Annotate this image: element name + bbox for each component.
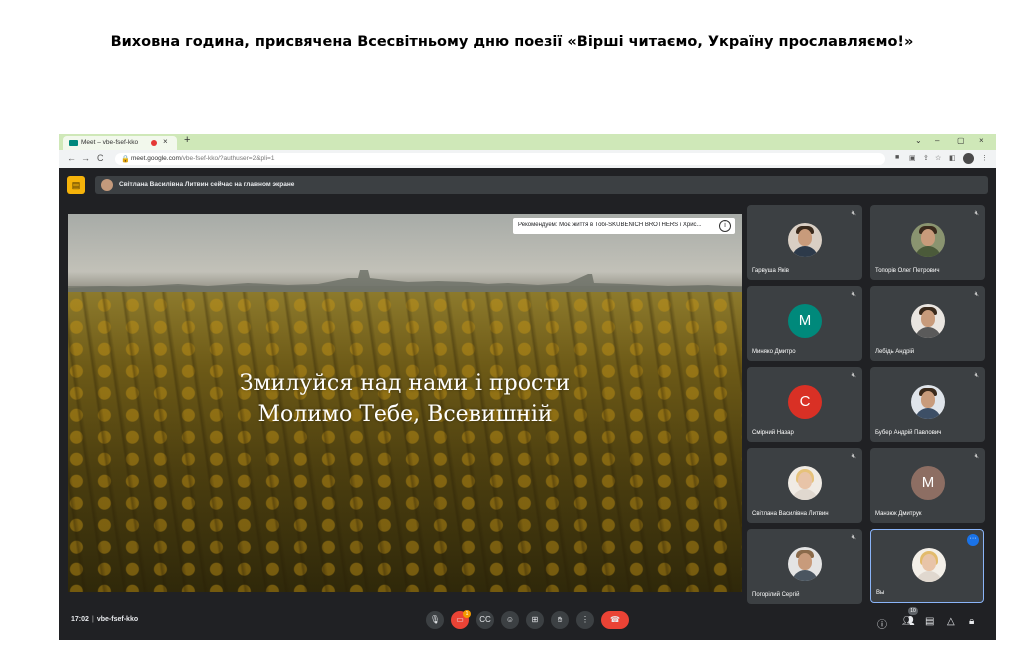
- participant-avatar: [788, 466, 822, 500]
- participant-avatar: [911, 385, 945, 419]
- verse-line-1: Змилуйся над нами і прости: [239, 371, 571, 396]
- participant-name: Топорiв Олег Петрович: [875, 268, 940, 274]
- browser-tab[interactable]: Meet – vbe-fsef-kko ×: [63, 136, 177, 150]
- captions-icon[interactable]: CC: [476, 611, 494, 629]
- bookmark-star-icon[interactable]: ☆: [935, 154, 941, 162]
- participant-name: Погорiлий Сергiй: [752, 592, 800, 598]
- presentation-icon[interactable]: ▤: [67, 176, 85, 194]
- mic-muted-icon: 🔇︎: [851, 372, 856, 379]
- participant-tile[interactable]: 🔇︎ M Манзюк Дмитрук: [870, 448, 985, 523]
- verse-text: Змилуйся над нами і прости Молимо Тебе, …: [68, 368, 742, 430]
- emoji-icon[interactable]: ☺: [501, 611, 519, 629]
- meet-favicon-icon: [69, 140, 78, 146]
- recording-indicator-icon: [151, 140, 157, 146]
- document-heading: Виховна година, присвячена Всесвітньому …: [110, 34, 914, 50]
- chat-icon[interactable]: ▤: [925, 616, 934, 627]
- close-window-button[interactable]: ×: [979, 136, 984, 145]
- participant-tile[interactable]: 🔇︎ Лебiдь Андрiй: [870, 286, 985, 361]
- browser-tab-strip: Meet – vbe-fsef-kko × + ⌄ – ▢ ×: [59, 134, 996, 150]
- verse-line-2: Молимо Тебе, Всевишній: [257, 402, 553, 427]
- translate-icon[interactable]: ▣: [909, 154, 916, 162]
- host-controls-icon[interactable]: 🔒︎: [969, 616, 974, 627]
- participant-tile[interactable]: 🔇︎ C Смiрний Назар: [747, 367, 862, 442]
- end-call-icon[interactable]: ☎︎: [601, 611, 629, 629]
- new-tab-button[interactable]: +: [184, 134, 190, 146]
- meet-screenshot: Meet – vbe-fsef-kko × + ⌄ – ▢ × ← → C 🔒 …: [59, 134, 996, 640]
- camera-indicator-icon[interactable]: ■: [895, 154, 899, 161]
- meet-window: ▤ Світлана Василівна Литвин сейчас на гл…: [59, 168, 996, 640]
- tab-search-icon[interactable]: ⌄: [915, 136, 922, 145]
- info-icon[interactable]: i: [719, 220, 731, 232]
- presenter-avatar: [101, 179, 113, 191]
- participant-avatar: [911, 304, 945, 338]
- activities-icon[interactable]: △: [947, 616, 955, 627]
- mic-muted-icon: 🔇︎: [974, 372, 979, 379]
- present-icon[interactable]: ⊞: [526, 611, 544, 629]
- meeting-info: 17:02 | vbe-fsef-kko: [71, 616, 139, 623]
- participant-initial: C: [788, 385, 822, 419]
- participant-tile[interactable]: 🔇︎ Погорiлий Сергiй: [747, 529, 862, 604]
- participant-count-badge: 10: [908, 607, 918, 615]
- share-icon[interactable]: ⇪: [923, 154, 929, 162]
- participant-name: Гарвуша Якiв: [752, 268, 789, 274]
- browser-toolbar: ← → C 🔒 meet.google.com/vbe-fsef-kko/?au…: [59, 150, 996, 168]
- participant-avatar: [788, 223, 822, 257]
- city-skyline: [68, 270, 742, 294]
- notification-badge: 1: [463, 610, 471, 618]
- reload-button[interactable]: C: [97, 153, 104, 163]
- participant-tile-self[interactable]: ··· Вы: [870, 529, 984, 603]
- shared-screen: Змилуйся над нами і прости Молимо Тебе, …: [68, 214, 742, 592]
- participant-name: Бубер Андрiй Павлович: [875, 430, 942, 436]
- mic-muted-icon: 🔇︎: [851, 453, 856, 460]
- participant-name: Лебiдь Андрiй: [875, 349, 915, 355]
- more-options-icon[interactable]: ···: [967, 534, 979, 546]
- people-icon[interactable]: 👥︎: [902, 616, 915, 627]
- participant-tile[interactable]: 🔇︎ Гарвуша Якiв: [747, 205, 862, 280]
- participant-tile[interactable]: 🔇︎ Бубер Андрiй Павлович: [870, 367, 985, 442]
- clock-time: 17:02: [71, 616, 89, 623]
- participant-name: Миняко Дмитро: [752, 349, 796, 355]
- mic-muted-icon: 🔇︎: [851, 210, 856, 217]
- tab-title: Meet – vbe-fsef-kko: [81, 139, 139, 146]
- browser-menu-icon[interactable]: ⋮: [981, 154, 988, 162]
- participant-name: Манзюк Дмитрук: [875, 511, 922, 517]
- participant-name: Свiтлана Василiвна Литвин: [752, 511, 829, 517]
- info-icon[interactable]: ⓘ: [877, 616, 887, 631]
- participant-avatar: [912, 548, 946, 582]
- minimize-button[interactable]: –: [935, 136, 939, 145]
- participant-initial: M: [788, 304, 822, 338]
- back-button[interactable]: ←: [67, 153, 76, 163]
- participant-initial: M: [911, 466, 945, 500]
- meeting-code: vbe-fsef-kko: [96, 616, 139, 623]
- profile-avatar[interactable]: [963, 153, 974, 164]
- recommendation-text: Рекомендуем: Моє життя в Тобі-SKUBENICH …: [518, 222, 702, 228]
- mic-icon[interactable]: 🎙︎: [426, 611, 444, 629]
- participant-tile[interactable]: 🔇︎ Топорiв Олег Петрович: [870, 205, 985, 280]
- participant-name: Вы: [876, 590, 885, 596]
- raise-hand-icon[interactable]: ✋︎: [551, 611, 569, 629]
- presenting-banner-text: Світлана Василівна Литвин сейчас на глав…: [119, 181, 295, 188]
- lock-icon: 🔒: [121, 156, 130, 163]
- address-bar[interactable]: 🔒 meet.google.com/vbe-fsef-kko/?authuser…: [115, 153, 885, 165]
- mic-muted-icon: 🔇︎: [974, 453, 979, 460]
- participant-tile[interactable]: 🔇︎ M Миняко Дмитро: [747, 286, 862, 361]
- sunflower-field: [68, 292, 742, 592]
- participant-name: Смiрний Назар: [752, 430, 794, 436]
- url-text: meet.google.com/vbe-fsef-kko/?authuser=2…: [131, 155, 275, 162]
- participant-tile[interactable]: 🔇︎ Свiтлана Василiвна Литвин: [747, 448, 862, 523]
- participant-avatar: [788, 547, 822, 581]
- tab-close-icon[interactable]: ×: [163, 137, 168, 146]
- mic-muted-icon: 🔇︎: [851, 534, 856, 541]
- recommendation-overlay[interactable]: Рекомендуем: Моє життя в Тобі-SKUBENICH …: [513, 218, 735, 234]
- side-panel-icon[interactable]: ◧: [949, 154, 956, 162]
- maximize-button[interactable]: ▢: [957, 136, 965, 145]
- mic-muted-icon: 🔇︎: [851, 291, 856, 298]
- mic-muted-icon: 🔇︎: [974, 291, 979, 298]
- more-options-icon[interactable]: ⋮: [576, 611, 594, 629]
- presenting-banner: Світлана Василівна Литвин сейчас на глав…: [95, 176, 988, 194]
- forward-button[interactable]: →: [81, 153, 90, 163]
- meeting-controls-bar: 17:02 | vbe-fsef-kko 🎙︎ ▭ 1 CC ☺ ⊞ ✋︎ ⋮ ☎︎…: [59, 604, 996, 640]
- participant-avatar: [911, 223, 945, 257]
- mic-muted-icon: 🔇︎: [974, 210, 979, 217]
